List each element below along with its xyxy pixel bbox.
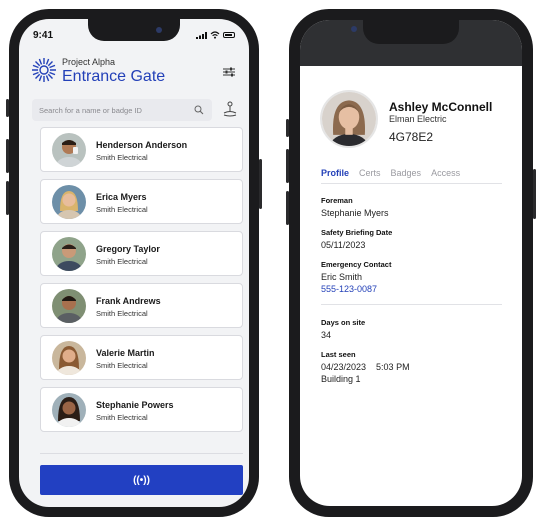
tab-profile[interactable]: Profile [321,168,349,183]
volume-down-button [6,181,9,215]
worker-company: Smith Electrical [96,413,148,422]
worker-card[interactable]: Valerie Martin Smith Electrical [40,335,243,380]
worker-card[interactable]: Stephanie Powers Smith Electrical [40,387,243,432]
worker-avatar [52,393,86,427]
signal-icon [196,31,207,39]
profile-company: Elman Electric [389,114,447,124]
briefing-field: Safety Briefing Date 05/11/2023 [321,228,502,251]
volume-up-button [6,139,9,173]
profile-fields: Foreman Stephanie Myers Safety Briefing … [321,196,502,394]
foreman-field: Foreman Stephanie Myers [321,196,502,219]
worker-company: Smith Electrical [96,205,148,214]
emergency-field: Emergency Contact Eric Smith 555-123-008… [321,260,502,295]
field-value: 05/11/2023 [321,240,366,250]
worker-company: Smith Electrical [96,309,148,318]
worker-list: Henderson Anderson Smith Electrical Eric… [40,127,243,439]
field-value: Stephanie Myers [321,208,389,218]
field-label: Emergency Contact [321,260,392,269]
profile-badge-id: 4G78E2 [389,130,434,144]
tab-access[interactable]: Access [431,168,460,183]
mute-switch [6,99,9,117]
worker-name: Frank Andrews [96,296,161,306]
filter-icon[interactable] [223,66,235,78]
power-button [259,159,262,209]
section-divider [321,304,502,305]
project-name: Project Alpha [62,57,116,67]
search-box [32,99,212,121]
worker-name: Henderson Anderson [96,140,188,150]
worker-card[interactable]: Erica Myers Smith Electrical [40,179,243,224]
worker-name: Erica Myers [96,192,147,202]
left-phone-frame: 9:41 Project Alpha Entrance Gate Search … [6,9,262,517]
worker-name: Gregory Taylor [96,244,160,254]
right-phone-frame: Ashley McConnell Elman Electric 4G78E2 P… [286,9,536,517]
days-field: Days on site 34 [321,318,502,341]
tab-badges[interactable]: Badges [391,168,422,183]
sunburst-logo-icon [32,58,56,82]
worker-card[interactable]: Gregory Taylor Smith Electrical [40,231,243,276]
wifi-icon [210,31,220,39]
field-label: Foreman [321,196,353,205]
profile-avatar [320,90,378,148]
worker-name: Valerie Martin [96,348,155,358]
volume-up-button [286,149,289,183]
gate-screen: 9:41 Project Alpha Entrance Gate Search … [19,19,249,507]
worker-company: Smith Electrical [96,153,148,162]
worker-avatar [52,133,86,167]
field-value: Building 1 [321,374,361,384]
worker-company: Smith Electrical [96,257,148,266]
profile-screen: Ashley McConnell Elman Electric 4G78E2 P… [300,20,522,506]
worker-avatar [52,289,86,323]
nfc-scan-button[interactable]: ((•)) [40,465,243,495]
badge-scan-icon[interactable] [223,101,237,117]
worker-avatar [52,185,86,219]
gate-header: Project Alpha Entrance Gate [31,55,239,89]
status-time: 9:41 [33,29,54,41]
worker-name: Stephanie Powers [96,400,174,410]
volume-down-button [286,191,289,225]
nfc-icon: ((•)) [133,474,150,486]
field-value: 04/23/2023 5:03 PM [321,362,410,372]
front-camera [351,26,357,32]
field-label: Safety Briefing Date [321,228,393,237]
worker-avatar [52,341,86,375]
search-input[interactable] [32,99,182,121]
search-icon[interactable] [194,105,204,115]
worker-card[interactable]: Henderson Anderson Smith Electrical [40,127,243,172]
field-value: Eric Smith [321,272,363,282]
worker-avatar [52,237,86,271]
last-seen-field: Last seen 04/23/2023 5:03 PM Building 1 [321,350,502,385]
worker-card[interactable]: Frank Andrews Smith Electrical [40,283,243,328]
worker-company: Smith Electrical [96,361,148,370]
tab-certs[interactable]: Certs [359,168,381,183]
gate-title: Entrance Gate [62,68,166,85]
status-icons [196,31,235,39]
mute-switch [286,119,289,137]
battery-icon [223,32,235,38]
profile-name: Ashley McConnell [389,100,493,114]
field-label: Days on site [321,318,366,327]
field-value: 34 [321,330,332,340]
power-button [533,169,536,219]
search-row [32,99,239,121]
field-label: Last seen [321,350,356,359]
notch [351,20,459,44]
status-bar: 9:41 [33,28,235,42]
profile-tabs: Profile Certs Badges Access [321,168,502,184]
emergency-phone-link[interactable]: 555-123-0087 [321,283,502,295]
